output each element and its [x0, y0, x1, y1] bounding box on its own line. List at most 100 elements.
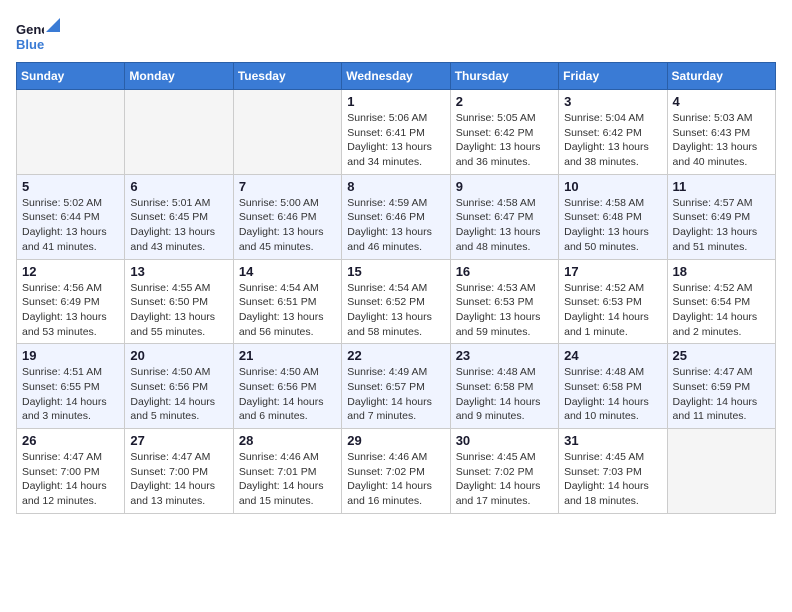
calendar-cell: 16 Sunrise: 4:53 AMSunset: 6:53 PMDayligh… — [450, 259, 558, 344]
day-info: Sunrise: 4:47 AMSunset: 7:00 PMDaylight:… — [130, 450, 227, 509]
day-info: Sunrise: 4:58 AMSunset: 6:48 PMDaylight:… — [564, 196, 661, 255]
day-number: 1 — [347, 94, 444, 109]
calendar-cell: 29 Sunrise: 4:46 AMSunset: 7:02 PMDayligh… — [342, 429, 450, 514]
day-number: 6 — [130, 179, 227, 194]
day-number: 31 — [564, 433, 661, 448]
day-info: Sunrise: 4:51 AMSunset: 6:55 PMDaylight:… — [22, 365, 119, 424]
calendar-cell: 1 Sunrise: 5:06 AMSunset: 6:41 PMDaylight… — [342, 90, 450, 175]
weekday-header-wednesday: Wednesday — [342, 63, 450, 90]
day-number: 13 — [130, 264, 227, 279]
day-info: Sunrise: 4:57 AMSunset: 6:49 PMDaylight:… — [673, 196, 770, 255]
calendar-cell: 6 Sunrise: 5:01 AMSunset: 6:45 PMDaylight… — [125, 174, 233, 259]
weekday-header-row: SundayMondayTuesdayWednesdayThursdayFrid… — [17, 63, 776, 90]
calendar-week-row: 19 Sunrise: 4:51 AMSunset: 6:55 PMDayligh… — [17, 344, 776, 429]
calendar-cell: 25 Sunrise: 4:47 AMSunset: 6:59 PMDayligh… — [667, 344, 775, 429]
day-number: 25 — [673, 348, 770, 363]
weekday-header-friday: Friday — [559, 63, 667, 90]
day-number: 5 — [22, 179, 119, 194]
calendar-cell: 21Sunrise: 4:50 AMSunset: 6:56 PMDayligh… — [233, 344, 341, 429]
day-info: Sunrise: 4:45 AMSunset: 7:03 PMDaylight:… — [564, 450, 661, 509]
day-info: Sunrise: 4:46 AMSunset: 7:02 PMDaylight:… — [347, 450, 444, 509]
calendar-cell: 30Sunrise: 4:45 AMSunset: 7:02 PMDayligh… — [450, 429, 558, 514]
day-number: 10 — [564, 179, 661, 194]
day-number: 8 — [347, 179, 444, 194]
day-number: 14 — [239, 264, 336, 279]
calendar-cell: 4 Sunrise: 5:03 AMSunset: 6:43 PMDaylight… — [667, 90, 775, 175]
calendar-cell: 14 Sunrise: 4:54 AMSunset: 6:51 PMDayligh… — [233, 259, 341, 344]
day-number: 4 — [673, 94, 770, 109]
calendar-cell: 12 Sunrise: 4:56 AMSunset: 6:49 PMDayligh… — [17, 259, 125, 344]
calendar-cell: 27 Sunrise: 4:47 AMSunset: 7:00 PMDayligh… — [125, 429, 233, 514]
calendar-cell: 3Sunrise: 5:04 AMSunset: 6:42 PMDaylight… — [559, 90, 667, 175]
day-number: 22 — [347, 348, 444, 363]
day-info: Sunrise: 4:54 AMSunset: 6:51 PMDaylight:… — [239, 281, 336, 340]
day-number: 9 — [456, 179, 553, 194]
day-number: 16 — [456, 264, 553, 279]
day-number: 17 — [564, 264, 661, 279]
day-info: Sunrise: 4:50 AMSunset: 6:56 PMDaylight:… — [130, 365, 227, 424]
calendar-cell: 31 Sunrise: 4:45 AMSunset: 7:03 PMDayligh… — [559, 429, 667, 514]
day-info: Sunrise: 4:50 AMSunset: 6:56 PMDaylight:… — [239, 365, 336, 424]
day-info: Sunrise: 4:56 AMSunset: 6:49 PMDaylight:… — [22, 281, 119, 340]
day-number: 28 — [239, 433, 336, 448]
day-number: 29 — [347, 433, 444, 448]
day-number: 26 — [22, 433, 119, 448]
day-info: Sunrise: 4:52 AMSunset: 6:53 PMDaylight:… — [564, 281, 661, 340]
day-info: Sunrise: 5:06 AMSunset: 6:41 PMDaylight:… — [347, 111, 444, 170]
day-number: 24 — [564, 348, 661, 363]
calendar-week-row: 26 Sunrise: 4:47 AMSunset: 7:00 PMDayligh… — [17, 429, 776, 514]
day-number: 2 — [456, 94, 553, 109]
day-info: Sunrise: 4:49 AMSunset: 6:57 PMDaylight:… — [347, 365, 444, 424]
calendar-week-row: 5 Sunrise: 5:02 AMSunset: 6:44 PMDaylight… — [17, 174, 776, 259]
weekday-header-saturday: Saturday — [667, 63, 775, 90]
calendar-cell: 28 Sunrise: 4:46 AMSunset: 7:01 PMDayligh… — [233, 429, 341, 514]
calendar-cell: 10 Sunrise: 4:58 AMSunset: 6:48 PMDayligh… — [559, 174, 667, 259]
calendar-week-row: 12 Sunrise: 4:56 AMSunset: 6:49 PMDayligh… — [17, 259, 776, 344]
day-number: 11 — [673, 179, 770, 194]
page-header: General Blue — [16, 16, 776, 54]
day-info: Sunrise: 5:01 AMSunset: 6:45 PMDaylight:… — [130, 196, 227, 255]
calendar-week-row: 1 Sunrise: 5:06 AMSunset: 6:41 PMDaylight… — [17, 90, 776, 175]
logo: General Blue — [16, 16, 60, 54]
day-info: Sunrise: 4:58 AMSunset: 6:47 PMDaylight:… — [456, 196, 553, 255]
day-info: Sunrise: 5:05 AMSunset: 6:42 PMDaylight:… — [456, 111, 553, 170]
day-info: Sunrise: 4:59 AMSunset: 6:46 PMDaylight:… — [347, 196, 444, 255]
weekday-header-tuesday: Tuesday — [233, 63, 341, 90]
day-number: 23 — [456, 348, 553, 363]
day-info: Sunrise: 4:48 AMSunset: 6:58 PMDaylight:… — [456, 365, 553, 424]
day-info: Sunrise: 4:46 AMSunset: 7:01 PMDaylight:… — [239, 450, 336, 509]
day-number: 12 — [22, 264, 119, 279]
day-info: Sunrise: 4:54 AMSunset: 6:52 PMDaylight:… — [347, 281, 444, 340]
day-number: 20 — [130, 348, 227, 363]
day-info: Sunrise: 4:47 AMSunset: 7:00 PMDaylight:… — [22, 450, 119, 509]
calendar-cell: 23 Sunrise: 4:48 AMSunset: 6:58 PMDayligh… — [450, 344, 558, 429]
day-number: 15 — [347, 264, 444, 279]
day-info: Sunrise: 4:47 AMSunset: 6:59 PMDaylight:… — [673, 365, 770, 424]
calendar-cell: 17 Sunrise: 4:52 AMSunset: 6:53 PMDayligh… — [559, 259, 667, 344]
calendar-cell: 13Sunrise: 4:55 AMSunset: 6:50 PMDayligh… — [125, 259, 233, 344]
weekday-header-monday: Monday — [125, 63, 233, 90]
day-info: Sunrise: 4:45 AMSunset: 7:02 PMDaylight:… — [456, 450, 553, 509]
calendar-cell: 7Sunrise: 5:00 AMSunset: 6:46 PMDaylight… — [233, 174, 341, 259]
day-info: Sunrise: 5:00 AMSunset: 6:46 PMDaylight:… — [239, 196, 336, 255]
calendar-cell: 15 Sunrise: 4:54 AMSunset: 6:52 PMDayligh… — [342, 259, 450, 344]
svg-text:Blue: Blue — [16, 37, 44, 52]
calendar-cell: 19 Sunrise: 4:51 AMSunset: 6:55 PMDayligh… — [17, 344, 125, 429]
day-number: 27 — [130, 433, 227, 448]
calendar-cell: 9 Sunrise: 4:58 AMSunset: 6:47 PMDaylight… — [450, 174, 558, 259]
day-number: 19 — [22, 348, 119, 363]
calendar-cell: 2 Sunrise: 5:05 AMSunset: 6:42 PMDaylight… — [450, 90, 558, 175]
calendar-cell: 11 Sunrise: 4:57 AMSunset: 6:49 PMDayligh… — [667, 174, 775, 259]
weekday-header-thursday: Thursday — [450, 63, 558, 90]
day-info: Sunrise: 5:03 AMSunset: 6:43 PMDaylight:… — [673, 111, 770, 170]
calendar-cell: 20 Sunrise: 4:50 AMSunset: 6:56 PMDayligh… — [125, 344, 233, 429]
calendar-cell — [667, 429, 775, 514]
svg-text:General: General — [16, 22, 44, 37]
day-info: Sunrise: 4:53 AMSunset: 6:53 PMDaylight:… — [456, 281, 553, 340]
logo-svg: General Blue — [16, 16, 44, 54]
calendar-cell: 18Sunrise: 4:52 AMSunset: 6:54 PMDayligh… — [667, 259, 775, 344]
calendar-cell: 26 Sunrise: 4:47 AMSunset: 7:00 PMDayligh… — [17, 429, 125, 514]
day-info: Sunrise: 5:02 AMSunset: 6:44 PMDaylight:… — [22, 196, 119, 255]
calendar-cell — [125, 90, 233, 175]
day-number: 18 — [673, 264, 770, 279]
